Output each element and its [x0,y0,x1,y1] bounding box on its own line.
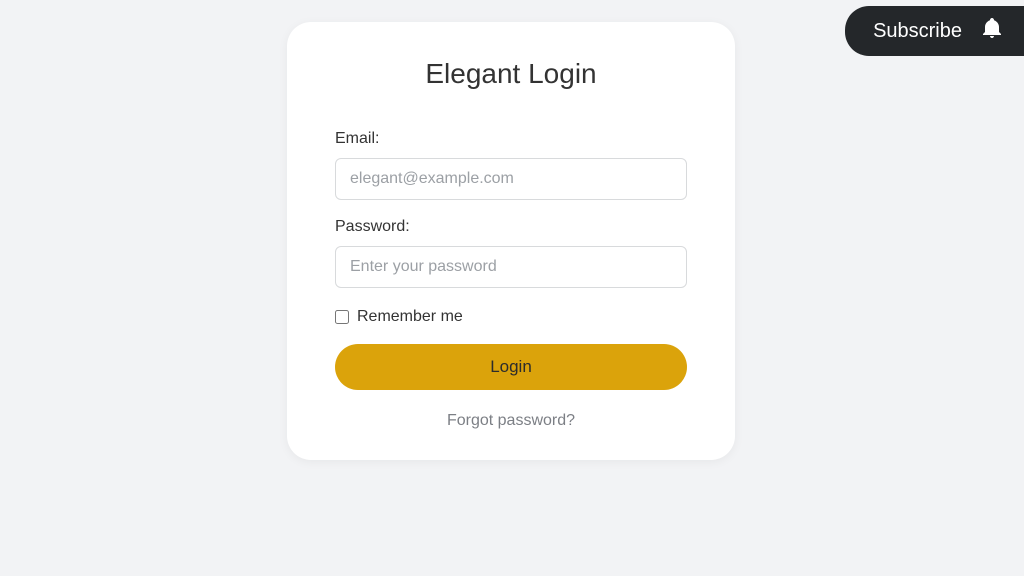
remember-row: Remember me [335,308,687,326]
bell-icon [980,16,1004,46]
password-label: Password: [335,218,687,236]
remember-label[interactable]: Remember me [357,308,463,326]
remember-checkbox[interactable] [335,310,349,324]
password-field[interactable] [335,246,687,288]
password-group: Password: [335,218,687,288]
page-title: Elegant Login [335,58,687,90]
forgot-password-link[interactable]: Forgot password? [335,412,687,430]
email-field[interactable] [335,158,687,200]
login-button[interactable]: Login [335,344,687,390]
email-label: Email: [335,130,687,148]
email-group: Email: [335,130,687,200]
login-card: Elegant Login Email: Password: Remember … [287,22,735,460]
subscribe-button[interactable]: Subscribe [845,6,1024,56]
subscribe-label: Subscribe [873,20,962,43]
